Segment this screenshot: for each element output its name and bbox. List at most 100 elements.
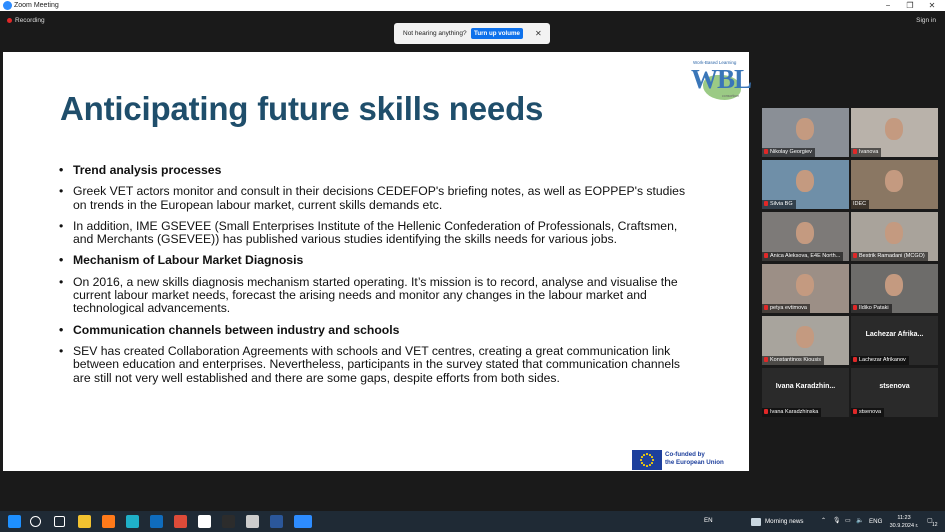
task-view-icon[interactable] [54, 516, 65, 527]
participant-name-label: Ivanova [851, 148, 882, 157]
tray-chevron-icon[interactable]: ⌃ [821, 517, 826, 525]
volume-icon[interactable]: 🔈 [856, 517, 864, 525]
file-explorer-icon[interactable] [78, 515, 91, 528]
participant-tile[interactable]: Konstantinos Kiousis [762, 316, 849, 365]
network-icon[interactable]: ▭ [845, 517, 851, 525]
participant-tile[interactable]: Silvia BG [762, 160, 849, 209]
wbl-logo: Work-Based Learning WBL consortium [689, 60, 752, 102]
slide-bullet-heading: Trend analysis processes [59, 163, 699, 177]
participant-face [796, 118, 814, 140]
mic-icon[interactable]: 🎙 [833, 517, 841, 525]
muted-mic-icon [764, 409, 768, 415]
participant-tile[interactable]: Anica Aleksova, E4E North... [762, 212, 849, 261]
recording-label[interactable]: Recording [15, 15, 45, 26]
language-indicator[interactable]: EN [704, 517, 713, 525]
minimize-button[interactable]: − [878, 0, 898, 11]
windows-start-icon[interactable] [8, 515, 21, 528]
clock-date[interactable]: 30.9.2024 г. [884, 522, 924, 530]
logo-big-text: WBL [691, 64, 752, 94]
slide-bullet-heading: Communication channels between industry … [59, 323, 699, 337]
eu-cofunded-logo: Co-funded by the European Union [632, 450, 742, 470]
toast-close-icon[interactable]: ✕ [535, 23, 542, 44]
news-widget-label[interactable]: Morning news [765, 518, 804, 526]
muted-mic-icon [764, 357, 768, 363]
participant-name-label: petya evtimova [762, 304, 810, 313]
slide-bullet-heading: Mechanism of Labour Market Diagnosis [59, 254, 699, 268]
participant-tile[interactable]: Ivanova [851, 108, 938, 157]
participant-tile[interactable]: IDEC [851, 160, 938, 209]
participant-tile[interactable]: Lachezar Afrika... Lachezar Afrikanov [851, 316, 938, 365]
app-cloud-icon[interactable] [246, 515, 259, 528]
audio-toast: Not hearing anything? Turn up volume ✕ [394, 23, 550, 44]
participant-name: Silvia BG [770, 201, 793, 207]
slide-bullet-list: Trend analysis processes Greek VET actors… [59, 163, 699, 393]
zoom-app-icon [3, 1, 12, 10]
participant-name: stsenova [859, 409, 882, 415]
muted-mic-icon [853, 357, 857, 363]
zoom-icon[interactable] [294, 515, 312, 528]
eu-label-line-1: Co-funded by [665, 451, 705, 458]
logo-sub-text: consortium [722, 94, 740, 98]
muted-mic-icon [764, 149, 768, 155]
eu-star-icon [652, 459, 654, 461]
notification-count: 12 [932, 522, 938, 528]
participant-tile[interactable]: stsenova stsenova [851, 368, 938, 417]
eu-star-icon [643, 454, 645, 456]
shared-slide: Work-Based Learning WBL consortium Antic… [3, 52, 752, 471]
eu-star-icon [646, 453, 648, 455]
eu-star-icon [641, 456, 643, 458]
participant-name-label: stsenova [851, 408, 885, 417]
participant-display-name: Ivana Karadzhin... [775, 383, 836, 390]
maximize-button[interactable]: ❐ [900, 0, 920, 11]
participant-tile[interactable]: Bestrik Ramadani (MCGO) [851, 212, 938, 261]
outlook-icon[interactable] [150, 515, 163, 528]
firefox-icon[interactable] [102, 515, 115, 528]
participant-face [796, 326, 814, 348]
participant-name: Ivanova [859, 149, 879, 155]
muted-mic-icon [853, 149, 857, 155]
close-window-button[interactable]: ✕ [922, 0, 942, 11]
search-icon[interactable] [30, 516, 41, 527]
windows-taskbar: EN Morning news ⌃ 🎙 ▭ 🔈 ENG 11:23 30.9.2… [0, 511, 945, 532]
eu-star-icon [640, 459, 642, 461]
clock-time[interactable]: 11:23 [889, 514, 919, 522]
edge-icon[interactable] [126, 515, 139, 528]
participant-name: Anica Aleksova, E4E North... [770, 253, 841, 259]
participant-face [885, 222, 903, 244]
participant-display-name: Lachezar Afrika... [865, 331, 924, 338]
participant-name-label: Ivana Karadzhinska [762, 408, 822, 417]
app-dark-icon[interactable] [222, 515, 235, 528]
word-icon[interactable] [270, 515, 283, 528]
muted-mic-icon [853, 305, 857, 311]
participant-name-label: Nikolay Georgiev [762, 148, 815, 157]
eu-flag-icon [632, 450, 662, 470]
participant-tile[interactable]: Ildiko Pataki [851, 264, 938, 313]
eu-star-icon [641, 462, 643, 464]
participant-tile[interactable]: Ivana Karadzhin... Ivana Karadzhinska [762, 368, 849, 417]
participant-face [885, 170, 903, 192]
participant-name-label: Ildiko Pataki [851, 304, 892, 313]
muted-mic-icon [853, 253, 857, 259]
participant-face [796, 222, 814, 244]
participant-name: petya evtimova [770, 305, 807, 311]
participant-face [885, 274, 903, 296]
turn-up-volume-button[interactable]: Turn up volume [471, 28, 523, 39]
participant-name: Ivana Karadzhinska [770, 409, 819, 415]
participant-name: Lachezar Afrikanov [859, 357, 906, 363]
participant-name: IDEC [853, 201, 867, 207]
eu-star-icon [646, 465, 648, 467]
participant-tile[interactable]: Nikolay Georgiev [762, 108, 849, 157]
chrome-icon[interactable] [174, 515, 187, 528]
participant-face [885, 118, 903, 140]
slide-bullet-text: In addition, IME GSEVEE (Small Enterpris… [59, 219, 699, 247]
muted-mic-icon [764, 305, 768, 311]
input-language[interactable]: ENG [869, 518, 882, 526]
participant-tile[interactable]: petya evtimova [762, 264, 849, 313]
app-r-icon[interactable] [198, 515, 211, 528]
participant-name: Bestrik Ramadani (MCGO) [859, 253, 925, 259]
muted-mic-icon [764, 253, 768, 259]
news-widget-icon[interactable] [751, 518, 761, 526]
muted-mic-icon [853, 409, 857, 415]
sign-in-link[interactable]: Sign in [916, 15, 936, 26]
toast-message: Not hearing anything? [403, 30, 467, 37]
